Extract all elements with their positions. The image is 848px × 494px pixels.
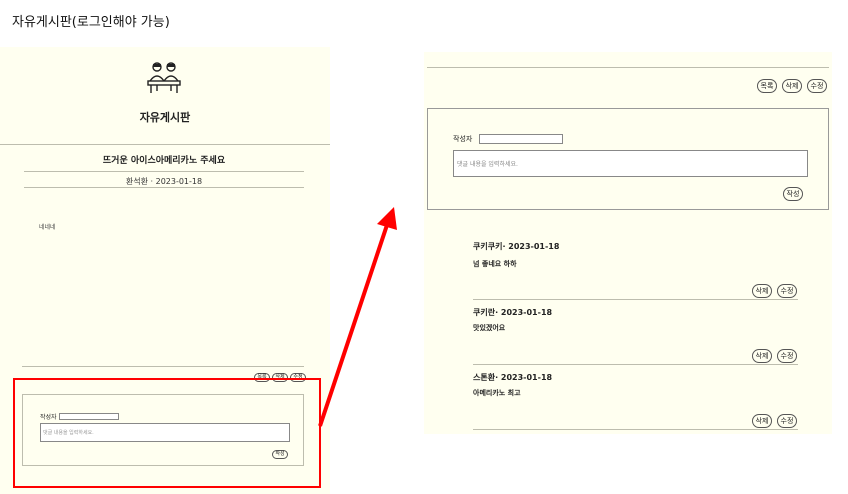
author-input[interactable] [479,134,563,144]
comment-delete-button[interactable]: 삭제 [752,284,772,298]
comment-edit-button[interactable]: 수정 [777,284,797,298]
comment-edit-button[interactable]: 수정 [777,349,797,363]
comment-edit-button[interactable]: 수정 [777,414,797,428]
comment-delete-button[interactable]: 삭제 [752,414,772,428]
comment-text: 아메리카노 최고 [473,389,521,397]
delete-button[interactable]: 삭제 [782,79,802,93]
submit-comment-button[interactable]: 작성 [783,187,803,201]
comment-meta: 쿠키쿠키· 2023-01-18 [473,242,560,251]
comment-text: 넘 좋네요 하하 [473,260,517,268]
divider [473,364,798,365]
comment-text: 맛있겠어요 [473,324,506,332]
author-label: 작성자 [453,135,473,143]
edit-button[interactable]: 수정 [807,79,827,93]
divider [473,429,798,430]
comment-input[interactable]: 댓글 내용을 입력하세요. [453,150,808,177]
divider [427,67,829,68]
comment-meta: 쿠키란· 2023-01-18 [473,308,553,317]
divider [473,299,798,300]
comment-form: 작성자 댓글 내용을 입력하세요. 작성 [427,108,829,210]
comment-meta: 스톤환· 2023-01-18 [473,373,553,382]
comments-panel: 목록 삭제 수정 작성자 댓글 내용을 입력하세요. 작성 쿠키쿠키· 2023… [424,52,832,434]
comment-delete-button[interactable]: 삭제 [752,349,772,363]
list-button[interactable]: 목록 [757,79,777,93]
